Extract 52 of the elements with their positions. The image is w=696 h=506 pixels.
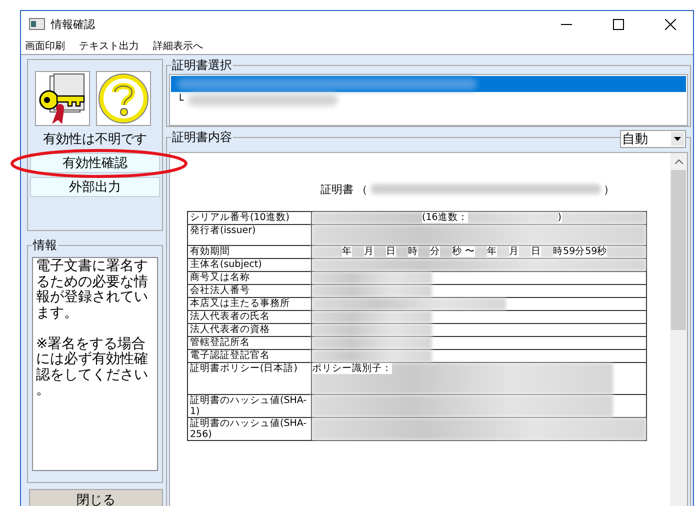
close-icon[interactable] xyxy=(664,18,676,30)
field-label: 証明書のハッシュ値(SHA-1) xyxy=(188,394,312,418)
field-label: シリアル番号(10進数) xyxy=(188,212,312,224)
group-title: 証明書選択 xyxy=(171,57,233,74)
action-button[interactable]: 外部出力 xyxy=(30,177,160,197)
value-text: ポリシー識別子： xyxy=(312,363,392,374)
value-text: 日 xyxy=(386,246,396,257)
maximize-icon[interactable] xyxy=(612,18,624,30)
value-text: 年 xyxy=(342,246,352,257)
info-text: 電子文書に署名するための必要な情報が登録されています。 ※署名をする場合には必ず有効性確認をしてください。 xyxy=(32,257,158,471)
question-icon xyxy=(97,72,150,125)
field-label: 法人代表者の氏名 xyxy=(188,310,312,324)
menu-item[interactable]: テキスト出力 xyxy=(79,38,139,52)
field-label: 法人代表者の資格 xyxy=(188,324,312,336)
field-label: 発行者(issuer) xyxy=(188,224,312,246)
group-title: 情報 xyxy=(32,237,58,254)
scrollbar[interactable] xyxy=(670,153,687,506)
close-button[interactable]: 閉じる xyxy=(29,489,163,506)
window-title: 情報確認 xyxy=(51,16,95,32)
paren: ） xyxy=(604,182,614,196)
caret-icon xyxy=(674,137,681,141)
field-label: 電子認証登記官名 xyxy=(188,350,312,362)
value-text: 時 xyxy=(408,246,418,257)
field-label: 証明書のハッシュ値(SHA-256) xyxy=(188,418,312,440)
field-label: 会社法人番号 xyxy=(188,284,312,298)
status-label: 有効性は不明です xyxy=(42,131,148,148)
field-label: 本店又は主たる事務所 xyxy=(188,298,312,310)
group-title: 証明書内容 xyxy=(171,129,233,146)
scroll-thumb[interactable] xyxy=(671,170,686,330)
certificate-heading: 証明書 xyxy=(320,182,354,196)
field-label: 有効期間 xyxy=(188,246,312,258)
value-text: ) xyxy=(558,212,562,223)
action-button[interactable]: 有効性確認 xyxy=(30,153,160,173)
menu-item[interactable]: 画面印刷 xyxy=(25,38,65,52)
value-text: 年 xyxy=(487,246,498,257)
value-text: 日 xyxy=(531,246,542,257)
tree-mark: └ xyxy=(177,94,184,106)
mode-dropdown[interactable]: 自動 xyxy=(620,130,686,148)
value-text: 月 xyxy=(509,246,520,257)
value-text: 分 xyxy=(430,246,440,257)
field-label: 管轄登記所名 xyxy=(188,336,312,350)
menu-item[interactable]: 詳細表示へ xyxy=(153,38,203,52)
field-label: 証明書ポリシー(日本語) xyxy=(188,362,312,394)
field-label: 商号又は名称 xyxy=(188,272,312,284)
paren: （ xyxy=(356,182,368,196)
value-text: (16進数： xyxy=(422,212,468,223)
value-text: 時59分59秒 xyxy=(553,246,608,257)
scroll-up-icon[interactable] xyxy=(674,159,682,164)
value-text: 月 xyxy=(364,246,374,257)
field-label: 主体名(subject) xyxy=(188,258,312,272)
app-icon xyxy=(29,18,45,30)
value-text: 秒 〜 xyxy=(452,246,476,257)
